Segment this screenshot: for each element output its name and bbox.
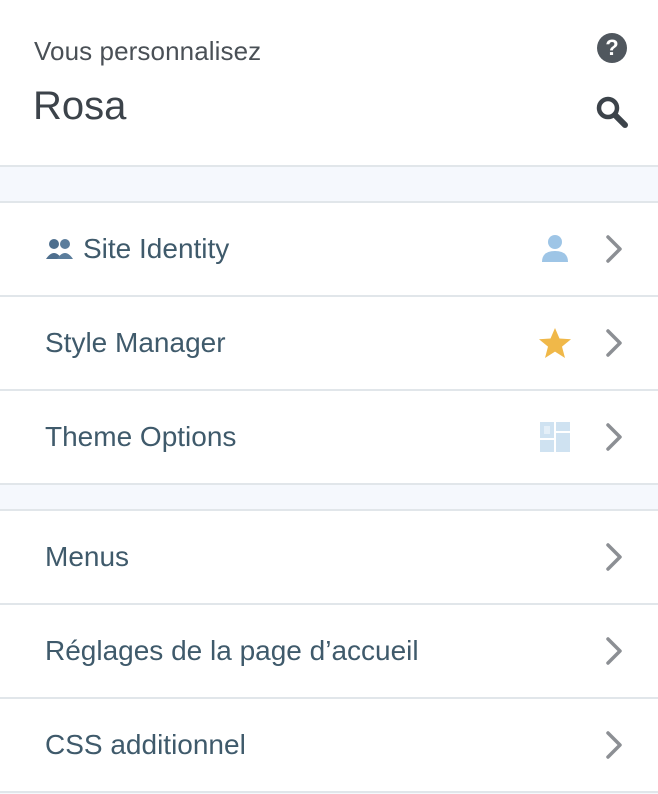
menu-item-label: CSS additionnel bbox=[45, 729, 246, 760]
menu-item-label: Style Manager bbox=[45, 327, 226, 358]
menu-item-theme-options[interactable]: Theme Options bbox=[0, 391, 658, 485]
menu-item-label: Menus bbox=[45, 541, 130, 572]
search-icon[interactable] bbox=[594, 94, 630, 130]
menu-item-label: Site Identity bbox=[83, 233, 230, 264]
chevron-right-icon bbox=[606, 235, 622, 263]
section-gap bbox=[0, 485, 658, 509]
user-icon bbox=[542, 235, 568, 262]
menu-item-site-identity[interactable]: Site Identity bbox=[0, 203, 658, 297]
customizer-header: Vous personnalisez Rosa ? bbox=[0, 0, 658, 167]
customizing-label: Vous personnalisez bbox=[34, 36, 262, 66]
star-icon bbox=[539, 328, 571, 358]
chevron-right-icon bbox=[606, 423, 622, 451]
site-title: Rosa bbox=[33, 84, 127, 128]
menu-item-label: Theme Options bbox=[45, 421, 237, 452]
customizer-panel: Vous personnalisez Rosa ? Site Identity bbox=[0, 0, 658, 794]
menu-item-homepage-settings[interactable]: Réglages de la page d’accueil bbox=[0, 605, 658, 699]
users-emoji-icon bbox=[46, 239, 73, 259]
menu-item-label: Réglages de la page d’accueil bbox=[45, 635, 419, 666]
chevron-right-icon bbox=[606, 637, 622, 665]
chevron-right-icon bbox=[606, 329, 622, 357]
chevron-right-icon bbox=[606, 731, 622, 759]
theme-section: Site Identity Style Manager Theme Option… bbox=[0, 201, 658, 485]
help-icon[interactable]: ? bbox=[597, 33, 627, 63]
section-gap bbox=[0, 167, 658, 201]
layout-grid-icon bbox=[540, 422, 570, 452]
chevron-right-icon bbox=[606, 543, 622, 571]
menu-item-additional-css[interactable]: CSS additionnel bbox=[0, 699, 658, 793]
menu-item-menus[interactable]: Menus bbox=[0, 511, 658, 605]
menu-item-style-manager[interactable]: Style Manager bbox=[0, 297, 658, 391]
wp-section: Menus Réglages de la page d’accueil CSS … bbox=[0, 509, 658, 793]
